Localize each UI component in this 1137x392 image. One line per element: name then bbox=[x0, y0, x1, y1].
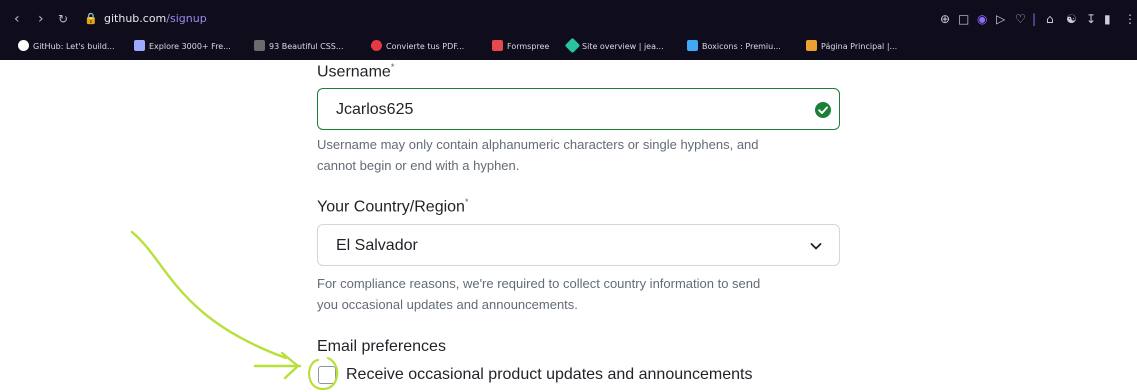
url-host: github.com bbox=[104, 12, 167, 25]
country-label: Your Country/Region* bbox=[317, 197, 469, 216]
screenshot-icon[interactable]: □ bbox=[958, 8, 969, 30]
browser-chrome: ‹ › ↻ 🔒 github.com/signup ⊕ □ ◉ ▷ ♡ | ⌂ … bbox=[0, 0, 1137, 60]
bookmark-item[interactable]: Convierte tus PDF... bbox=[371, 38, 464, 56]
ui-icon bbox=[134, 40, 145, 51]
lock-icon[interactable]: 🔒 bbox=[84, 8, 98, 30]
signup-form: Username* Jcarlos625 Username may only c… bbox=[0, 60, 1137, 392]
username-input[interactable]: Jcarlos625 bbox=[317, 88, 840, 130]
country-value: El Salvador bbox=[336, 237, 418, 254]
bookmark-item[interactable]: Boxicons : Premiu... bbox=[687, 38, 781, 56]
heart-icon[interactable]: ♡ bbox=[1015, 8, 1026, 30]
menu-icon[interactable]: ⋮ bbox=[1124, 8, 1136, 30]
required-mark: * bbox=[390, 62, 395, 72]
bookmark-item[interactable]: Página Principal |... bbox=[806, 38, 897, 56]
username-hint: Username may only contain alphanumeric c… bbox=[317, 137, 759, 173]
zoom-icon[interactable]: ⊕ bbox=[940, 8, 950, 30]
diamond-icon bbox=[564, 37, 581, 54]
bookmark-item[interactable]: Site overview | jea... bbox=[564, 37, 664, 56]
sidebar-icon[interactable]: ▮ bbox=[1104, 8, 1111, 30]
username-value: Jcarlos625 bbox=[336, 101, 414, 118]
address-bar[interactable]: github.com/signup bbox=[104, 8, 207, 30]
bookmark-label: Convierte tus PDF... bbox=[386, 42, 465, 51]
country-hint: For compliance reasons, we're required t… bbox=[317, 276, 761, 312]
bookmark-label: Página Principal |... bbox=[821, 42, 898, 51]
chevron-down-icon bbox=[810, 243, 822, 250]
page-icon bbox=[806, 40, 817, 51]
download-icon[interactable]: ↧ bbox=[1086, 8, 1096, 30]
css-icon bbox=[254, 40, 265, 51]
boxicons-icon bbox=[687, 40, 698, 51]
required-mark: * bbox=[464, 197, 469, 207]
play-icon[interactable]: ▷ bbox=[996, 8, 1005, 30]
formspree-icon bbox=[492, 40, 503, 51]
country-select[interactable]: El Salvador bbox=[317, 224, 840, 266]
bookmark-label: Boxicons : Premiu... bbox=[702, 42, 781, 51]
product-updates-label: Receive occasional product updates and a… bbox=[346, 366, 753, 383]
forward-icon[interactable]: › bbox=[38, 8, 44, 30]
check-circle-icon bbox=[815, 102, 831, 118]
github-icon bbox=[18, 40, 29, 51]
bookmark-item[interactable]: GitHub: Let's build... bbox=[18, 38, 115, 56]
bookmark-item[interactable]: Formspree bbox=[492, 38, 549, 56]
bookmark-label: Formspree bbox=[507, 42, 550, 51]
profile-icon[interactable]: ☯ bbox=[1066, 8, 1077, 30]
extensions-icon[interactable]: ⌂ bbox=[1046, 8, 1054, 30]
bookmark-label: 93 Beautiful CSS... bbox=[269, 42, 344, 51]
url-path: /signup bbox=[166, 12, 207, 25]
bookmark-label: Explore 3000+ Fre... bbox=[149, 42, 231, 51]
browser-nav-row: ‹ › ↻ 🔒 github.com/signup ⊕ □ ◉ ▷ ♡ | ⌂ … bbox=[0, 8, 1137, 30]
reload-icon[interactable]: ↻ bbox=[58, 8, 68, 30]
email-preferences-label: Email preferences bbox=[317, 338, 446, 355]
bookmark-item[interactable]: Explore 3000+ Fre... bbox=[134, 38, 231, 56]
heart-icon bbox=[371, 40, 382, 51]
shield-icon[interactable]: ◉ bbox=[977, 8, 987, 30]
bookmark-label: Site overview | jea... bbox=[582, 42, 664, 51]
bookmark-item[interactable]: 93 Beautiful CSS... bbox=[254, 38, 344, 56]
bookmark-label: GitHub: Let's build... bbox=[33, 42, 115, 51]
back-icon[interactable]: ‹ bbox=[14, 8, 20, 30]
username-label: Username* bbox=[317, 62, 395, 81]
bookmarks-bar: GitHub: Let's build... Explore 3000+ Fre… bbox=[0, 37, 1137, 56]
product-updates-checkbox[interactable] bbox=[318, 366, 336, 384]
divider-icon: | bbox=[1032, 12, 1037, 26]
